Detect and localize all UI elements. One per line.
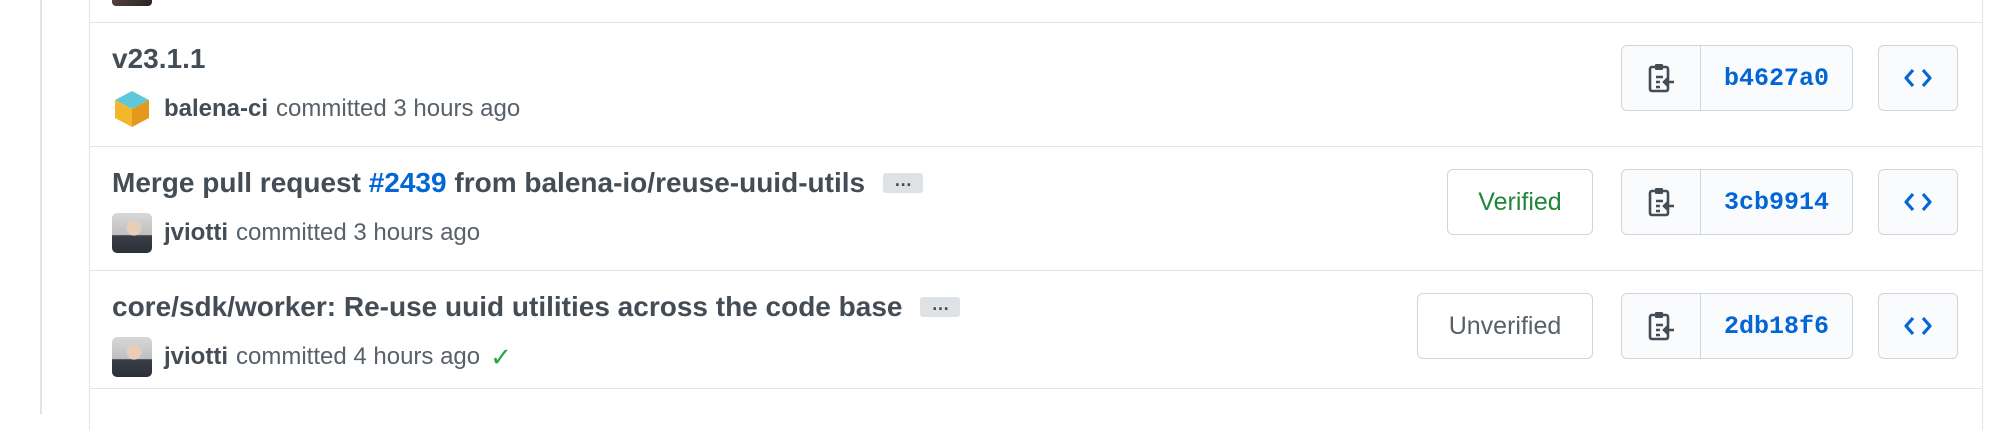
balena-cube-icon — [115, 91, 149, 127]
commit-time: committed 3 hours ago — [276, 95, 521, 122]
balena-ci-avatar[interactable] — [112, 89, 152, 129]
commit-title-text[interactable]: v23.1.1 — [112, 43, 205, 75]
commit-sha-link[interactable]: 2db18f6 — [1701, 294, 1852, 358]
timeline-gutter — [40, 0, 42, 414]
commit-sha-group: b4627a0 — [1621, 45, 1853, 111]
copy-sha-button[interactable] — [1622, 170, 1701, 234]
commit-meta: jviotti committed 3 hours ago — [112, 213, 480, 253]
status-check-icon[interactable]: ✓ — [490, 342, 512, 373]
clippy-icon — [1648, 188, 1674, 217]
verified-badge[interactable]: Verified — [1447, 169, 1593, 235]
next-commit-row — [90, 388, 1982, 419]
commit-title-text[interactable]: from balena-io/reuse-uuid-utils — [447, 167, 865, 199]
commit-list: v23.1.1 balena-ci committed 3 hours ago — [89, 0, 1983, 430]
commit-title-text[interactable]: Merge pull request — [112, 167, 369, 199]
commit-author[interactable]: jviotti — [164, 219, 228, 247]
copy-sha-button[interactable] — [1622, 294, 1701, 358]
unverified-badge[interactable]: Unverified — [1417, 293, 1593, 359]
pull-request-link[interactable]: #2439 — [369, 167, 447, 199]
commit-title[interactable]: core/sdk/worker: Re-use uuid utilities a… — [112, 291, 961, 323]
commit-meta: balena-ci committed 3 hours ago — [112, 89, 520, 129]
commit-sha-group: 2db18f6 — [1621, 293, 1853, 359]
commit-title-text[interactable]: core/sdk/worker: Re-use uuid utilities a… — [112, 291, 902, 323]
browse-repo-button[interactable] — [1878, 169, 1958, 235]
commit-sha-link[interactable]: b4627a0 — [1701, 46, 1852, 110]
copy-sha-button[interactable] — [1622, 46, 1701, 110]
commit-title[interactable]: v23.1.1 — [112, 43, 205, 75]
expand-message-button[interactable]: … — [920, 295, 961, 317]
commit-row: core/sdk/worker: Re-use uuid utilities a… — [90, 270, 1982, 394]
commit-time: committed 4 hours ago — [236, 343, 481, 370]
commit-row: Merge pull request #2439 from balena-io/… — [90, 146, 1982, 270]
code-icon — [1904, 192, 1932, 212]
commit-time: committed 3 hours ago — [236, 219, 481, 246]
code-icon — [1904, 316, 1932, 336]
commit-sha-link[interactable]: 3cb9914 — [1701, 170, 1852, 234]
clippy-icon — [1648, 64, 1674, 93]
browse-repo-button[interactable] — [1878, 45, 1958, 111]
clippy-icon — [1648, 312, 1674, 341]
previous-commit-avatar — [112, 0, 152, 6]
expand-message-button[interactable]: … — [883, 171, 924, 193]
commit-meta: jviotti committed 4 hours ago ✓ — [112, 337, 512, 377]
commit-author[interactable]: jviotti — [164, 343, 228, 371]
code-icon — [1904, 68, 1932, 88]
commit-author[interactable]: balena-ci — [164, 95, 268, 123]
commit-title[interactable]: Merge pull request #2439 from balena-io/… — [112, 167, 924, 199]
commit-row: v23.1.1 balena-ci committed 3 hours ago — [90, 22, 1982, 146]
commit-sha-group: 3cb9914 — [1621, 169, 1853, 235]
browse-repo-button[interactable] — [1878, 293, 1958, 359]
jviotti-avatar[interactable] — [112, 213, 152, 253]
jviotti-avatar[interactable] — [112, 337, 152, 377]
